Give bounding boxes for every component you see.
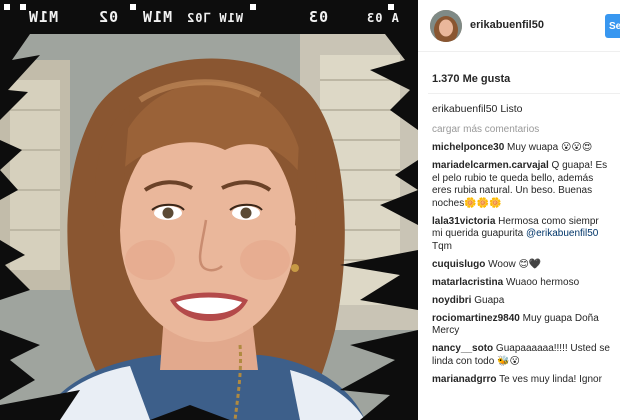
comment-username[interactable]: nancy__soto (432, 343, 493, 354)
film-label: 03 (308, 8, 329, 26)
post-header: erikabuenfil50 Segu (418, 0, 620, 52)
comment-text: Guapa (474, 294, 505, 306)
comment-text: Muy guapa Doña (522, 312, 599, 324)
mention-link[interactable]: @erikabuenfil50 (526, 228, 598, 239)
comment-text: Wuaoo hermoso (505, 276, 580, 288)
comment-username[interactable]: noydibri (432, 295, 471, 306)
comment-username[interactable]: lala31victoria (432, 216, 495, 227)
comment-text: Woow 😊🖤 (488, 258, 542, 270)
comment-text: Hermosa como siempr (498, 215, 599, 227)
comment-text: Muy wuapa 😮😮😍 (507, 142, 593, 153)
comment-text: Guapaaaaaa!!!!! Usted se (495, 343, 610, 354)
comment-text: el pelo rubio te queda bello, además (432, 172, 594, 184)
follow-button[interactable]: Segu (605, 14, 620, 38)
comment: lala31victoria Hermosa como siempr mi qu… (432, 216, 620, 254)
comment-username[interactable]: cuquislugo (432, 259, 485, 270)
comment-text: linda con todo 🐝😮 (432, 355, 520, 367)
comment-username[interactable]: michelponce30 (432, 142, 504, 153)
comment-username[interactable]: marianadgrro (432, 374, 496, 385)
comment: nancy__soto Guapaaaaaa!!!!! Usted se lin… (432, 343, 620, 368)
comment-text: Q guapa! Es (551, 160, 608, 171)
comment-text: Tqm (432, 240, 452, 252)
film-label: A 03 (366, 11, 399, 25)
post-photo[interactable]: M1W 02 M1W W1W ⅂02 03 A 03 (0, 0, 418, 420)
post-sidebar: erikabuenfil50 Segu 1.370 Me gusta erika… (418, 0, 620, 420)
selfie-image (0, 0, 418, 420)
owner-username[interactable]: erikabuenfil50 (470, 19, 544, 31)
comment: marianadgrro Te ves muy linda! Ignor (432, 374, 620, 387)
caption-username[interactable]: erikabuenfil50 (432, 103, 497, 115)
film-label: M1W (28, 8, 59, 26)
comment: michelponce30 Muy wuapa 😮😮😍 (432, 142, 620, 155)
comment: noydibri Guapa (432, 295, 620, 308)
film-label: W1W ⅂02 (186, 11, 244, 25)
caption: erikabuenfil50 Listo (432, 103, 523, 115)
comment: rociomartinez9840 Muy guapa Doña Mercy (432, 313, 620, 338)
comment: matarlacristina Wuaoo hermoso (432, 277, 620, 290)
comment-text: noches🌼🌼🌼 (432, 197, 502, 209)
load-more-comments-link[interactable]: cargar más comentarios (432, 124, 539, 135)
comment-list: michelponce30 Muy wuapa 😮😮😍 mariadelcarm… (432, 142, 620, 392)
comment-username[interactable]: rociomartinez9840 (432, 313, 520, 324)
divider (428, 93, 620, 94)
comment-text: mi querida guapurita (432, 228, 524, 239)
comment-text: Te ves muy linda! Ignor (499, 373, 602, 385)
film-label: M1W (142, 8, 173, 26)
film-label: 02 (98, 8, 119, 26)
likes-count[interactable]: 1.370 Me gusta (432, 73, 510, 85)
comment: cuquislugo Woow 😊🖤 (432, 259, 620, 272)
avatar[interactable] (430, 10, 462, 42)
comment-username[interactable]: mariadelcarmen.carvajal (432, 160, 549, 171)
caption-text: Listo (500, 103, 523, 115)
comment: mariadelcarmen.carvajal Q guapa! Es el p… (432, 160, 620, 210)
comment-username[interactable]: matarlacristina (432, 277, 503, 288)
comment-text: eres rubia natural. Un beso. Buenas (432, 185, 593, 196)
comment-text: Mercy (432, 325, 460, 336)
